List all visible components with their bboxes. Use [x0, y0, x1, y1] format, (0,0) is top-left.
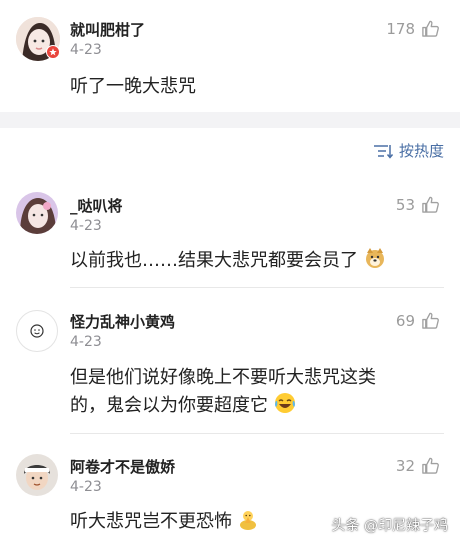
comment-text-line: 但是他们说好像晚上不要听大悲咒这类	[70, 367, 376, 388]
sort-icon	[373, 144, 393, 159]
comment-text-content: 以前我也……结果大悲咒都要会员了	[70, 250, 358, 271]
praying-emoji	[239, 511, 256, 530]
username[interactable]: 就叫肥柑了	[70, 19, 145, 40]
username[interactable]: 阿卷才不是傲娇	[70, 456, 175, 477]
avatar-portrait-icon	[16, 192, 58, 234]
comment-text: 但是他们说好像晚上不要听大悲咒这类 的，鬼会以为你要超度它	[70, 364, 420, 420]
thumbs-up-icon	[422, 457, 439, 474]
avatar-portrait-icon	[16, 454, 58, 496]
comment-item: _哒叭将 4-23 53 以前我也……结果大悲咒都要会员了	[0, 180, 460, 288]
like-count: 32	[395, 456, 415, 475]
like-button[interactable]: 69	[396, 311, 440, 330]
section-separator	[0, 112, 460, 128]
comment-text: 听了一晚大悲咒	[70, 76, 196, 97]
comment-text-line: 的，鬼会以为你要超度它	[70, 395, 268, 416]
like-button[interactable]: 32	[396, 456, 440, 475]
comment-text-content: 听大悲咒岂不更恐怖	[70, 511, 232, 532]
avatar[interactable]	[16, 192, 58, 234]
thumbs-up-icon	[422, 312, 439, 329]
doge-emoji	[365, 248, 384, 268]
thumbs-up-icon	[422, 196, 439, 213]
like-count: 53	[395, 195, 415, 214]
comment-item: 怪力乱神小黄鸡 4-23 69 但是他们说好像晚上不要听大悲咒这类 的，鬼会以为…	[0, 296, 460, 434]
divider	[70, 433, 444, 434]
like-button[interactable]: 178	[386, 19, 440, 38]
top-comment: 就叫肥柑了 4-23 178 听了一晚大悲咒	[0, 0, 460, 112]
comment-date: 4-23	[70, 334, 102, 350]
like-count: 178	[386, 19, 415, 38]
verified-badge-icon	[46, 45, 60, 59]
comment-text: 听大悲咒岂不更恐怖	[70, 508, 258, 536]
comment-date: 4-23	[70, 218, 102, 234]
avatar[interactable]	[16, 454, 58, 496]
watermark: 头条 @印尼辣子鸡	[331, 518, 448, 534]
comment-date: 4-23	[70, 479, 102, 495]
avatar[interactable]	[16, 310, 58, 352]
like-button[interactable]: 53	[396, 195, 440, 214]
sort-by-hot-button[interactable]: 按热度	[373, 140, 444, 161]
laugh-cry-emoji	[274, 393, 295, 413]
username[interactable]: 怪力乱神小黄鸡	[70, 311, 175, 332]
comment-text-line-2: 的，鬼会以为你要超度它	[70, 392, 420, 420]
username[interactable]: _哒叭将	[70, 195, 123, 216]
comment-date: 4-23	[70, 42, 102, 58]
like-count: 69	[395, 311, 415, 330]
comment-text: 以前我也……结果大悲咒都要会员了	[70, 247, 386, 275]
sort-label: 按热度	[398, 142, 444, 160]
divider	[70, 287, 444, 288]
avatar-smiley-icon	[30, 324, 44, 338]
thumbs-up-icon	[422, 20, 439, 37]
